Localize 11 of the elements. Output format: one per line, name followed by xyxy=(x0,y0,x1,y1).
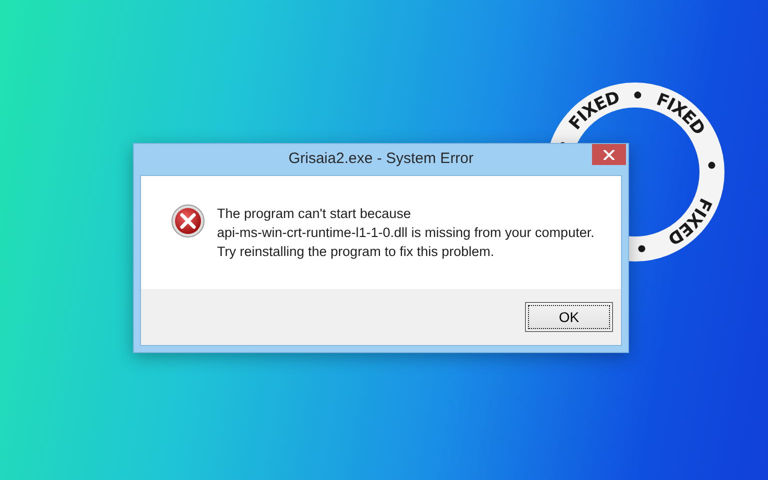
bullet-icon xyxy=(708,162,716,169)
close-icon xyxy=(603,150,615,160)
ok-button[interactable]: OK xyxy=(525,302,613,332)
close-button[interactable] xyxy=(592,144,626,165)
bullet-icon xyxy=(638,245,646,252)
message-text: Try reinstalling the program to fix this problem. xyxy=(217,243,496,261)
message-text: api-ms-win-crt-runtime-l1-1-0.dll is missing from your computer. xyxy=(217,224,594,242)
message-text: The program can't start because xyxy=(217,205,412,223)
error-icon xyxy=(171,204,205,238)
bullet-icon xyxy=(634,92,642,99)
window-title: Grisaia2.exe - System Error xyxy=(288,149,474,170)
